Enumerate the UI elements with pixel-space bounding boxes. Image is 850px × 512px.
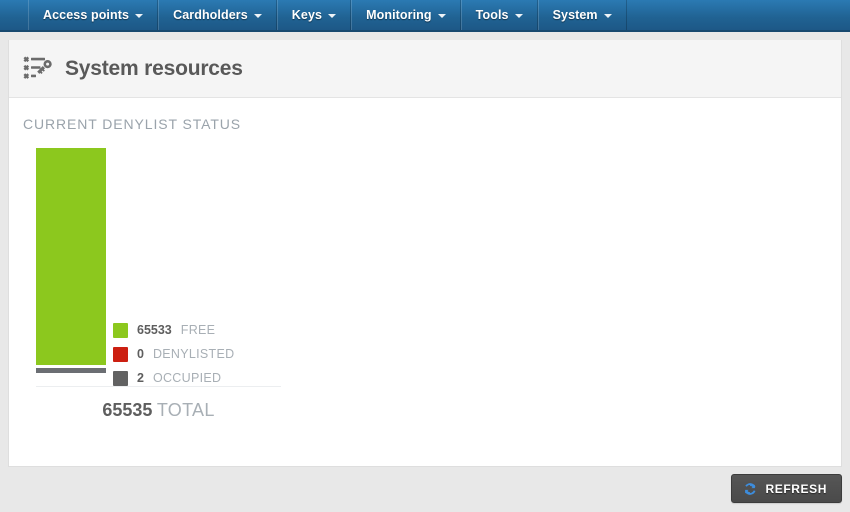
total-value: 65535 bbox=[102, 400, 153, 420]
denylist-status-chart: 65533 FREE 0 DENYLISTED 2 OCCUPIED 65535 bbox=[23, 148, 323, 448]
nav-item-system[interactable]: System bbox=[537, 0, 627, 30]
nav-item-label: Tools bbox=[475, 8, 509, 22]
legend-label-occupied: OCCUPIED bbox=[152, 371, 222, 385]
refresh-icon bbox=[744, 482, 757, 495]
legend-swatch-free bbox=[113, 322, 128, 338]
chevron-down-icon bbox=[135, 14, 144, 18]
refresh-button[interactable]: REFRESH bbox=[731, 474, 842, 503]
nav-item-cardholders[interactable]: Cardholders bbox=[158, 0, 277, 30]
refresh-button-label: REFRESH bbox=[765, 481, 827, 496]
main-navbar: Access points Cardholders Keys Monitorin… bbox=[0, 0, 850, 32]
legend-label-free: FREE bbox=[180, 323, 216, 337]
list-key-icon bbox=[23, 56, 52, 79]
nav-item-tools[interactable]: Tools bbox=[460, 0, 538, 30]
legend-item-free: 65533 FREE bbox=[113, 318, 298, 342]
total-label: TOTAL bbox=[156, 400, 215, 420]
panel-body: CURRENT DENYLIST STATUS 65533 FREE 0 DEN… bbox=[9, 98, 841, 448]
nav-item-access-points[interactable]: Access points bbox=[28, 0, 159, 30]
total-row: 65535 TOTAL bbox=[36, 400, 281, 421]
legend-swatch-occupied bbox=[113, 370, 128, 386]
panel-header: System resources bbox=[9, 40, 841, 98]
nav-item-label: System bbox=[552, 8, 598, 22]
nav-item-keys[interactable]: Keys bbox=[276, 0, 352, 30]
page-title: System resources bbox=[65, 56, 243, 80]
bar-segment-free bbox=[36, 148, 106, 365]
legend-value-denylisted: 0 bbox=[137, 347, 144, 361]
nav-item-label: Keys bbox=[291, 8, 323, 22]
chevron-down-icon bbox=[603, 14, 612, 18]
nav-item-label: Cardholders bbox=[173, 8, 248, 22]
chevron-down-icon bbox=[253, 14, 262, 18]
bar-segment-occupied bbox=[36, 368, 106, 373]
chevron-down-icon bbox=[437, 14, 446, 18]
legend-label-denylisted: DENYLISTED bbox=[152, 347, 235, 361]
legend-value-occupied: 2 bbox=[137, 371, 144, 385]
nav-item-monitoring[interactable]: Monitoring bbox=[351, 0, 461, 30]
nav-item-label: Access points bbox=[43, 8, 130, 22]
total-divider bbox=[36, 386, 281, 387]
stacked-bar bbox=[36, 148, 106, 373]
legend-item-denylisted: 0 DENYLISTED bbox=[113, 342, 298, 366]
legend-swatch-denylisted bbox=[113, 346, 128, 362]
legend-value-free: 65533 bbox=[137, 323, 172, 337]
footer-bar: REFRESH bbox=[0, 467, 850, 512]
nav-item-label: Monitoring bbox=[366, 8, 432, 22]
chevron-down-icon bbox=[514, 14, 523, 18]
chart-legend: 65533 FREE 0 DENYLISTED 2 OCCUPIED bbox=[113, 318, 298, 390]
section-label: CURRENT DENYLIST STATUS bbox=[23, 116, 242, 132]
content-panel: System resources CURRENT DENYLIST STATUS… bbox=[8, 40, 842, 467]
chevron-down-icon bbox=[328, 14, 337, 18]
